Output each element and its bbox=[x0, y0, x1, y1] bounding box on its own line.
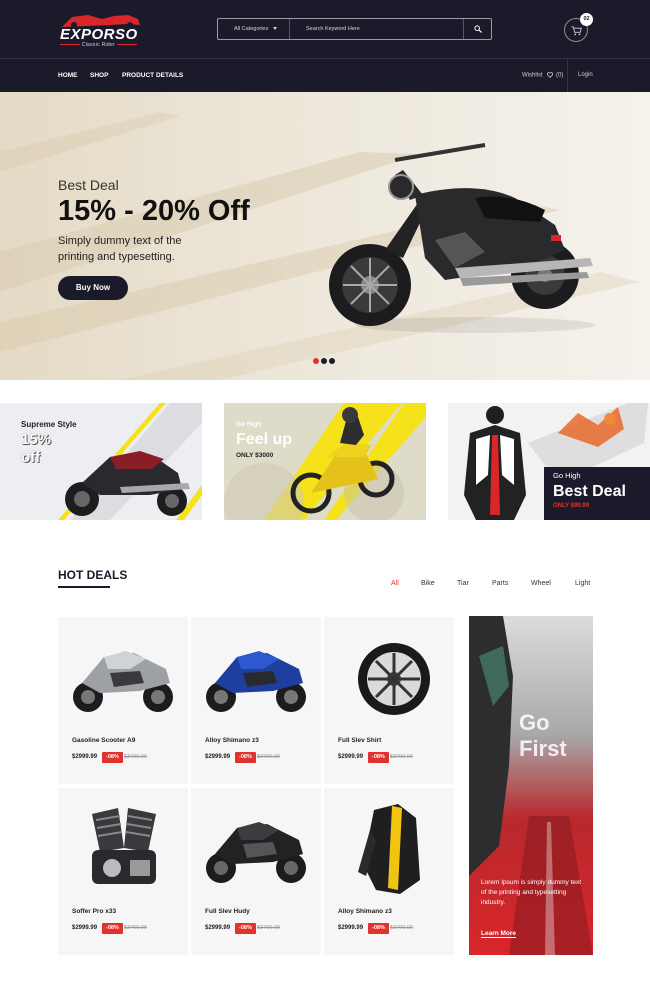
product-price: $2999.99 bbox=[205, 754, 231, 760]
search-bar: All Categories bbox=[217, 18, 492, 40]
tab-wheel[interactable]: Wheel bbox=[531, 580, 551, 587]
banner-subtitle: Go High bbox=[236, 421, 262, 428]
tab-bike[interactable]: Bike bbox=[421, 580, 435, 587]
product-price: $2999.99 bbox=[338, 925, 364, 931]
top-header: EXPORSO Classic Rider All Categories 02 bbox=[0, 0, 650, 58]
v-twin-engine-image bbox=[92, 808, 156, 884]
banner-subtitle: Go High bbox=[553, 471, 581, 480]
main-nav: HOME SHOP PRODUCT DETAILS Wishlist (0) L… bbox=[0, 58, 650, 93]
promo-title-line1: Go bbox=[519, 710, 550, 735]
search-icon bbox=[474, 25, 482, 33]
old-price: $3700.00 bbox=[257, 925, 280, 931]
product-price: $2999.99 bbox=[205, 925, 231, 931]
discount-badge: -08% bbox=[235, 923, 256, 934]
category-dropdown[interactable]: All Categories bbox=[218, 19, 290, 39]
racing-jacket-image bbox=[464, 406, 526, 520]
promo-banner-feel-up[interactable]: Go High Feel up ONLY $3000 bbox=[224, 403, 426, 520]
logo[interactable]: EXPORSO Classic Rider bbox=[58, 13, 144, 48]
product-card[interactable]: Alloy Shimano z3 $2999.99 -08% $3700.00 bbox=[324, 788, 454, 955]
hero-slider: Best Deal 15% - 20% Off Simply dummy tex… bbox=[0, 92, 650, 380]
product-name: Full Slev Shirt bbox=[338, 737, 382, 744]
banner-discount: 15% off bbox=[21, 431, 52, 466]
learn-more-link[interactable]: Learn More bbox=[481, 930, 517, 938]
wishlist-count: (0) bbox=[556, 72, 564, 79]
product-name: Alloy Shimano z3 bbox=[338, 908, 392, 915]
product-card[interactable]: Soffer Pro x33 $2999.99 -08% $3700.00 bbox=[58, 788, 188, 955]
product-price: $2999.99 bbox=[338, 754, 364, 760]
alloy-wheel-image bbox=[358, 643, 430, 715]
go-first-promo[interactable]: Go First Lorem Ipsum is simply dummy tex… bbox=[469, 616, 593, 955]
banner-title: Supreme Style bbox=[21, 420, 77, 429]
product-name: Soffer Pro x33 bbox=[72, 908, 117, 915]
promo-banner-supreme-style[interactable]: Supreme Style 15% off bbox=[0, 403, 202, 520]
heart-icon bbox=[547, 72, 554, 78]
product-card[interactable]: Full Slev Hudy $2999.99 -08% $3700.00 bbox=[191, 788, 321, 955]
nav-divider bbox=[567, 59, 568, 93]
hot-deals-title: HOT DEALS bbox=[58, 568, 128, 582]
product-price: $2999.99 bbox=[72, 754, 98, 760]
category-label: All Categories bbox=[234, 26, 269, 32]
logo-tagline: Classic Rider bbox=[60, 42, 137, 48]
banner-title: Best Deal bbox=[553, 483, 626, 500]
logo-text: EXPORSO bbox=[60, 26, 138, 43]
nav-shop[interactable]: SHOP bbox=[90, 72, 108, 79]
discount-badge: -08% bbox=[102, 752, 123, 763]
product-card[interactable]: Full Slev Shirt $2999.99 -08% $3700.00 bbox=[324, 617, 454, 784]
discount-badge: -08% bbox=[235, 752, 256, 763]
cart-icon bbox=[571, 26, 582, 36]
slider-dot[interactable] bbox=[321, 358, 327, 364]
search-input[interactable] bbox=[298, 19, 458, 39]
banner-title: Feel up bbox=[236, 431, 293, 448]
cart-count-badge: 02 bbox=[580, 13, 593, 26]
tab-tiar[interactable]: Tiar bbox=[457, 580, 469, 587]
slider-dot[interactable] bbox=[329, 358, 335, 364]
title-underline bbox=[58, 586, 110, 588]
hero-eyebrow: Best Deal bbox=[58, 177, 119, 193]
dirt-bike-rider-image bbox=[290, 407, 395, 514]
old-price: $3700.00 bbox=[257, 754, 280, 760]
promo-title-line2: First bbox=[519, 736, 567, 761]
riding-jacket-image bbox=[358, 804, 420, 894]
promo-banner-best-deal[interactable]: Go High Best Deal ONLY $99.99 bbox=[448, 403, 650, 520]
banner-price-note: ONLY $99.99 bbox=[553, 503, 590, 509]
touring-motorcycle-image bbox=[65, 451, 190, 516]
black-sportbike-image bbox=[206, 822, 306, 883]
discount-badge: -08% bbox=[368, 923, 389, 934]
slider-dot[interactable] bbox=[313, 358, 319, 364]
product-name: Alloy Shimano z3 bbox=[205, 737, 259, 744]
cruiser-motorcycle-image bbox=[329, 143, 595, 333]
wishlist-label: Wishlist bbox=[522, 72, 543, 79]
hero-description: Simply dummy text of the printing and ty… bbox=[58, 235, 182, 263]
login-link[interactable]: Login bbox=[578, 72, 593, 78]
product-card[interactable]: Gasoline Scooter A9 $2999.99 -08% $3700.… bbox=[58, 617, 188, 784]
silver-sportbike-image bbox=[73, 651, 173, 712]
wishlist-link[interactable]: Wishlist (0) bbox=[522, 72, 563, 79]
banner-price-note: ONLY $3000 bbox=[236, 452, 274, 459]
chevron-down-icon bbox=[273, 27, 277, 30]
old-price: $3700.00 bbox=[390, 754, 413, 760]
discount-badge: -08% bbox=[368, 752, 389, 763]
tab-all[interactable]: All bbox=[391, 580, 399, 587]
nav-product-details[interactable]: PRODUCT DETAILS bbox=[122, 72, 183, 79]
product-price: $2999.99 bbox=[72, 925, 98, 931]
product-card[interactable]: Alloy Shimano z3 $2999.99 -08% $3700.00 bbox=[191, 617, 321, 784]
old-price: $3700.00 bbox=[124, 925, 147, 931]
product-name: Gasoline Scooter A9 bbox=[72, 737, 136, 744]
promo-description: Lorem Ipsum is simply dummy text of the … bbox=[481, 879, 582, 906]
blue-sportbike-image bbox=[206, 651, 306, 712]
old-price: $3700.00 bbox=[390, 925, 413, 931]
hero-title: 15% - 20% Off bbox=[58, 195, 250, 227]
search-button[interactable] bbox=[463, 19, 491, 39]
discount-badge: -08% bbox=[102, 923, 123, 934]
buy-now-button[interactable]: Buy Now bbox=[58, 276, 128, 300]
tab-light[interactable]: Light bbox=[575, 580, 590, 587]
nav-home[interactable]: HOME bbox=[58, 72, 78, 79]
tab-parts[interactable]: Parts bbox=[492, 580, 508, 587]
product-name: Full Slev Hudy bbox=[205, 908, 250, 915]
old-price: $3700.00 bbox=[124, 754, 147, 760]
